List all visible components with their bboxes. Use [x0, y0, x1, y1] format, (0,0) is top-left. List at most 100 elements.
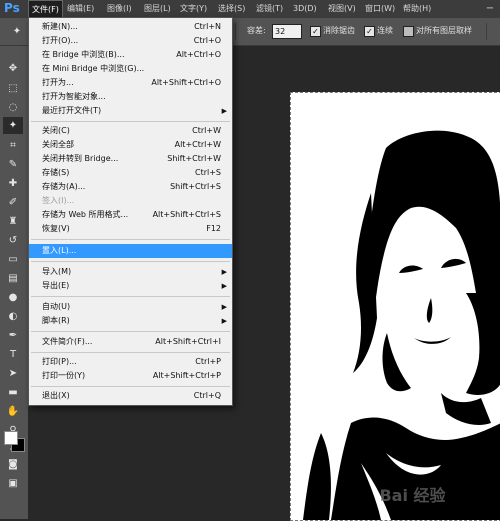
menu-item-label: 签入(I)... [42, 196, 75, 205]
menu-select[interactable]: 选择(S) [215, 0, 248, 18]
menu-item-shortcut: Alt+Shift+Ctrl+P [152, 371, 221, 380]
tolerance-input[interactable]: 32 [272, 24, 302, 39]
hand-tool-icon[interactable]: ✋ [3, 403, 23, 420]
sample-all-layers-label: 对所有图层取样 [416, 26, 472, 35]
menu-separator [31, 261, 230, 262]
menu-item-revert[interactable]: 恢复(V) F12 [29, 222, 232, 236]
menu-item-label: 新建(N)... [42, 22, 78, 31]
gradient-tool-icon[interactable]: ▤ [3, 270, 23, 287]
menu-item-close-go-bridge[interactable]: 关闭并转到 Bridge... Shift+Ctrl+W [29, 152, 232, 166]
menu-item-label: 置入(L)... [42, 246, 77, 255]
menu-item-export[interactable]: 导出(E) ▶ [29, 279, 232, 293]
menu-item-shortcut: Alt+Shift+Ctrl+O [151, 78, 221, 87]
menu-item-print[interactable]: 打印(P)... Ctrl+P [29, 355, 232, 369]
submenu-arrow-icon: ▶ [221, 268, 227, 276]
tolerance-label: 容差: [247, 26, 266, 35]
submenu-arrow-icon: ▶ [221, 282, 227, 290]
menu-separator [31, 296, 230, 297]
menu-item-save-as[interactable]: 存储为(A)... Shift+Ctrl+S [29, 180, 232, 194]
minimize-icon[interactable]: − [480, 0, 500, 18]
menu-item-label: 打开为... [42, 78, 74, 87]
brush-tool-icon[interactable]: ✐ [3, 194, 23, 211]
quick-mask-icon[interactable]: ◙ [3, 456, 23, 473]
menu-item-save[interactable]: 存储(S) Ctrl+S [29, 166, 232, 180]
menu-item-scripts[interactable]: 脚本(R) ▶ [29, 314, 232, 328]
menu-item-new[interactable]: 新建(N)... Ctrl+N [29, 20, 232, 34]
menu-item-open-as[interactable]: 打开为... Alt+Shift+Ctrl+O [29, 76, 232, 90]
menu-item-label: 关闭全部 [42, 140, 74, 149]
menu-item-shortcut: Shift+Ctrl+S [170, 182, 221, 191]
menu-item-shortcut: Ctrl+W [192, 126, 221, 135]
menu-filter[interactable]: 滤镜(T) [253, 0, 286, 18]
menu-item-browse-bridge[interactable]: 在 Bridge 中浏览(B)... Alt+Ctrl+O [29, 48, 232, 62]
menu-item-close-all[interactable]: 关闭全部 Alt+Ctrl+W [29, 138, 232, 152]
menu-image[interactable]: 图像(I) [104, 0, 135, 18]
menu-item-exit[interactable]: 退出(X) Ctrl+Q [29, 389, 232, 403]
menu-item-label: 存储为 Web 所用格式... [42, 210, 129, 219]
menu-item-shortcut: Alt+Ctrl+O [176, 50, 221, 59]
menu-item-open-smart-object[interactable]: 打开为智能对象... [29, 90, 232, 104]
menu-layer[interactable]: 图层(L) [141, 0, 174, 18]
sample-all-layers-checkbox[interactable]: ✓ [403, 26, 414, 37]
menu-item-place[interactable]: 置入(L)... [29, 244, 232, 258]
menu-item-shortcut: Ctrl+N [194, 22, 221, 31]
menu-item-label: 在 Mini Bridge 中浏览(G)... [42, 64, 145, 73]
menu-item-automate[interactable]: 自动(U) ▶ [29, 300, 232, 314]
dodge-tool-icon[interactable]: ◐ [3, 308, 23, 325]
menu-item-label: 存储为(A)... [42, 182, 86, 191]
screen-mode-icon[interactable]: ▣ [3, 475, 23, 492]
menu-item-label: 最近打开文件(T) [42, 106, 102, 115]
menu-type[interactable]: 文字(Y) [177, 0, 210, 18]
menu-view[interactable]: 视图(V) [325, 0, 359, 18]
menu-item-label: 关闭(C) [42, 126, 70, 135]
eraser-tool-icon[interactable]: ▭ [3, 251, 23, 268]
menu-item-file-info[interactable]: 文件简介(F)... Alt+Shift+Ctrl+I [29, 335, 232, 349]
menu-file[interactable]: 文件(F) [28, 0, 63, 18]
menu-3d[interactable]: 3D(D) [290, 0, 320, 18]
tools-panel: ✥ ⬚ ◌ ✦ ⌗ ✎ ✚ ✐ ♜ ↺ ▭ ▤ ● ◐ ✒ T ➤ ▬ ✋ ⚲ … [0, 46, 29, 519]
menu-item-check-in: 签入(I)... [29, 194, 232, 208]
menu-item-open[interactable]: 打开(O)... Ctrl+O [29, 34, 232, 48]
menu-item-print-one-copy[interactable]: 打印一份(Y) Alt+Shift+Ctrl+P [29, 369, 232, 383]
pen-tool-icon[interactable]: ✒ [3, 327, 23, 344]
image-canvas[interactable] [290, 92, 500, 521]
menu-item-label: 脚本(R) [42, 316, 70, 325]
marquee-tool-icon[interactable]: ⬚ [3, 80, 23, 97]
divider [486, 23, 487, 40]
menu-help[interactable]: 帮助(H) [400, 0, 434, 18]
antialias-checkbox[interactable]: ✓ [310, 26, 321, 37]
menu-item-browse-mini-bridge[interactable]: 在 Mini Bridge 中浏览(G)... [29, 62, 232, 76]
menu-item-import[interactable]: 导入(M) ▶ [29, 265, 232, 279]
history-brush-tool-icon[interactable]: ↺ [3, 232, 23, 249]
photoshop-logo: Ps [4, 1, 20, 15]
menu-item-shortcut: Alt+Shift+Ctrl+I [155, 337, 221, 346]
foreground-color-swatch[interactable] [4, 431, 18, 445]
menu-window[interactable]: 窗口(W) [362, 0, 398, 18]
menu-item-close[interactable]: 关闭(C) Ctrl+W [29, 124, 232, 138]
eyedropper-tool-icon[interactable]: ✎ [3, 156, 23, 173]
shape-tool-icon[interactable]: ▬ [3, 384, 23, 401]
menu-item-shortcut: Ctrl+Q [193, 391, 221, 400]
contiguous-checkbox[interactable]: ✓ [364, 26, 375, 37]
menu-item-save-for-web[interactable]: 存储为 Web 所用格式... Alt+Shift+Ctrl+S [29, 208, 232, 222]
menu-edit[interactable]: 编辑(E) [64, 0, 97, 18]
menu-separator [31, 239, 230, 240]
magic-wand-tool-icon[interactable]: ✦ [3, 117, 23, 134]
blur-tool-icon[interactable]: ● [3, 289, 23, 306]
menu-item-label: 恢复(V) [42, 224, 70, 233]
crop-tool-icon[interactable]: ⌗ [3, 137, 23, 154]
clone-stamp-tool-icon[interactable]: ♜ [3, 213, 23, 230]
type-tool-icon[interactable]: T [3, 346, 23, 363]
menu-item-recent-files[interactable]: 最近打开文件(T) ▶ [29, 104, 232, 118]
file-menu-dropdown: 新建(N)... Ctrl+N 打开(O)... Ctrl+O 在 Bridge 中… [28, 17, 233, 406]
menu-bar: Ps 文件(F) 编辑(E) 图像(I) 图层(L) 文字(Y) 选择(S) 滤… [0, 0, 500, 18]
path-selection-tool-icon[interactable]: ➤ [3, 365, 23, 382]
healing-brush-tool-icon[interactable]: ✚ [3, 175, 23, 192]
menu-item-shortcut: Shift+Ctrl+W [167, 154, 221, 163]
move-tool-icon[interactable]: ✥ [3, 60, 23, 77]
magic-wand-icon[interactable]: ✦ [10, 23, 24, 40]
menu-item-label: 打印(P)... [42, 357, 77, 366]
lasso-tool-icon[interactable]: ◌ [3, 99, 23, 116]
menu-item-label: 存储(S) [42, 168, 70, 177]
divider [235, 23, 236, 40]
